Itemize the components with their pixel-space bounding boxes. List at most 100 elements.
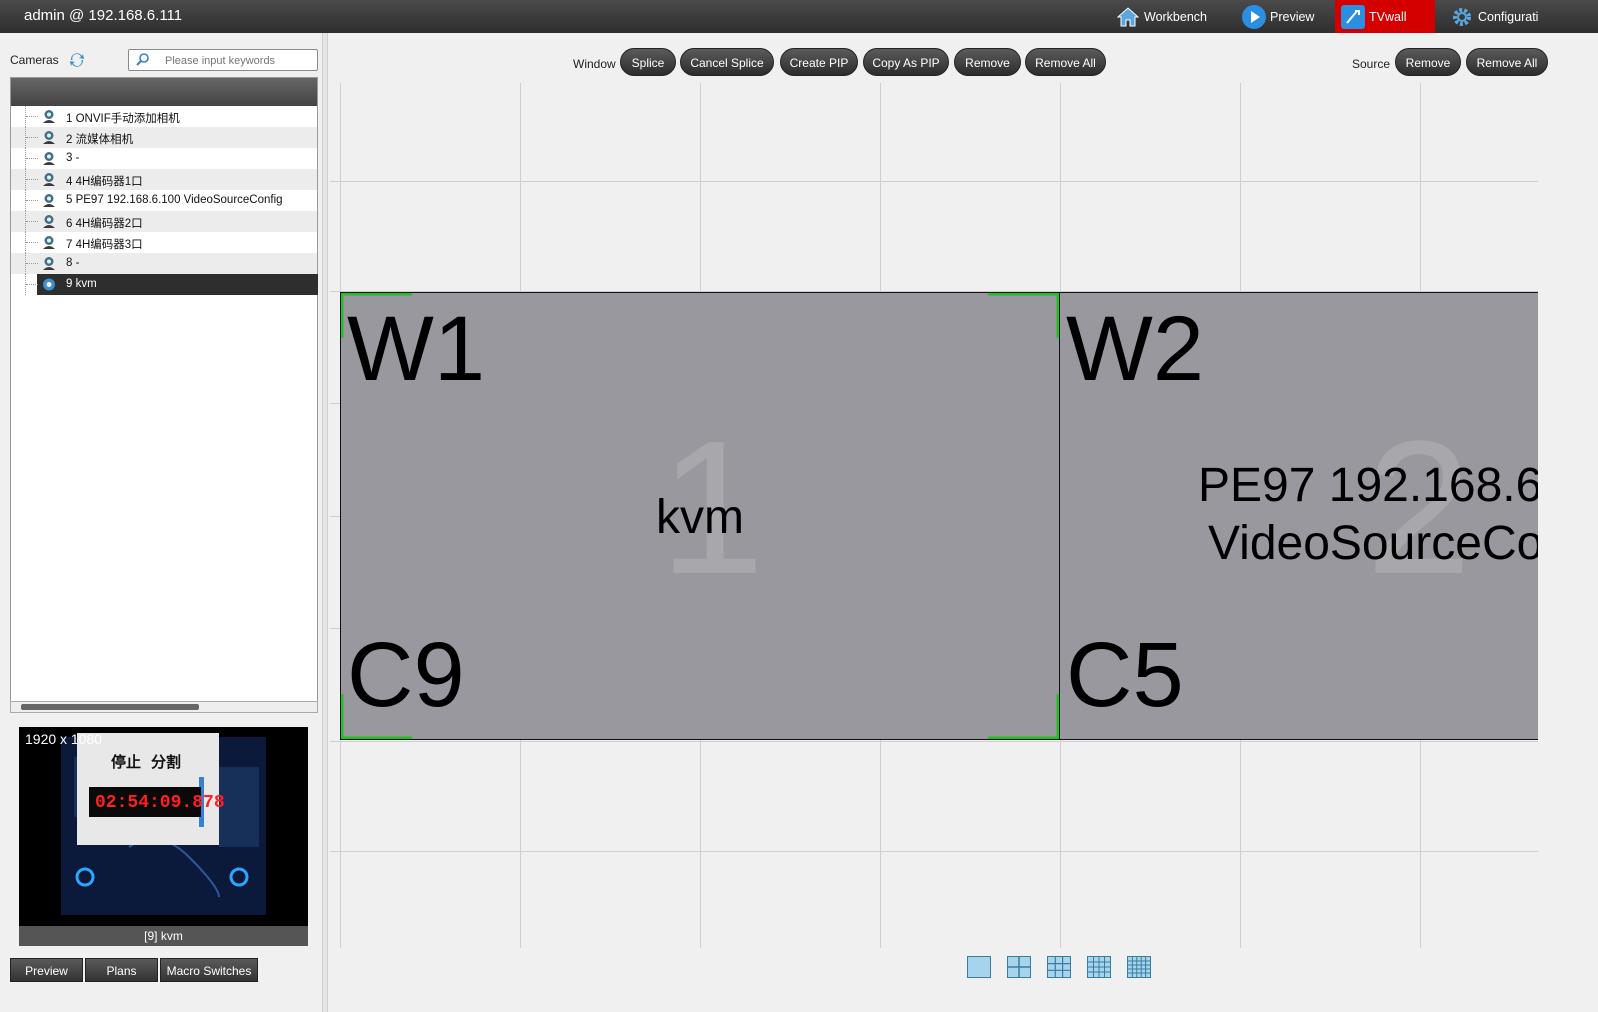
window-remove-all-button[interactable]: Remove All [1025,48,1106,76]
camera-tree-item-label: 2 流媒体相机 [66,134,134,146]
layout-1x1-button[interactable] [967,956,991,978]
session-title: admin @ 192.168.6.111 [24,7,183,24]
preview-timer: 02:54:09.878 [95,793,225,813]
camera-icon [43,110,55,123]
window-name: W2 [1066,298,1204,400]
tree-connector [25,274,38,295]
camera-tree-item[interactable]: 1 ONVIF手动添加相机 [11,106,317,127]
camera-tree-item-label: 4 4H编码器1口 [66,176,143,188]
camera-tree-item-label: 3 - [66,152,80,164]
splice-button[interactable]: Splice [620,48,676,76]
camera-tree-item-label: 7 4H编码器3口 [66,239,143,251]
tree-connector [25,148,38,169]
layout-5x5-button[interactable] [1127,956,1151,978]
source-toolbar-label: Source [1352,57,1391,71]
camera-tree-item-label: 6 4H编码器2口 [66,218,143,230]
wall-window-w1[interactable]: 1 W1 kvm C9 [340,292,1060,740]
camera-icon [43,173,55,186]
window-source-name: kvm [656,491,744,544]
selection-corner-tr [988,293,1059,338]
preview-caption: [9] kvm [19,926,308,946]
nav-preview[interactable]: Preview [1236,0,1320,33]
camera-tree-item[interactable]: 4 4H编码器1口 [11,169,317,190]
home-icon [1116,5,1140,29]
tab-macro-switches[interactable]: Macro Switches [160,958,258,982]
camera-icon [43,236,55,249]
camera-tree-item[interactable]: 9 kvm [11,274,318,295]
camera-icon [43,257,55,270]
nav-workbench[interactable]: Workbench [1110,0,1213,33]
scrollbar-thumb[interactable] [21,704,199,710]
nav-tvwall[interactable]: TVwall [1335,0,1435,33]
tree-connector [25,106,38,127]
grid-line [330,851,1538,852]
grid-line [330,741,1538,742]
top-bar: admin @ 192.168.6.111 Workbench Preview … [0,0,1598,33]
layout-3x3-button[interactable] [1047,956,1071,978]
camera-tree-item[interactable]: 6 4H编码器2口 [11,211,317,232]
window-remove-button[interactable]: Remove [954,48,1021,76]
nav-workbench-label: Workbench [1144,9,1207,24]
nav-preview-label: Preview [1270,9,1315,24]
tvwall-workspace: Window Splice Cancel Splice Create PIP C… [328,33,1598,1012]
camera-tree-item[interactable]: 2 流媒体相机 [11,127,317,148]
camera-icon [43,152,55,165]
selection-corner-br [988,694,1059,739]
camera-tree-item[interactable]: 8 - [11,253,317,274]
camera-icon [43,278,55,291]
camera-tree-item-label: 5 PE97 192.168.6.100 VideoSourceConfig [66,194,283,206]
preview-thumbnail[interactable]: 1920 x 1080 停止 分割 02:54:09.878 [19,727,308,946]
camera-icon [43,194,55,207]
grid-line [330,181,1538,182]
layout-2x2-button[interactable] [1007,956,1031,978]
camera-tree-scrollbar[interactable] [10,701,318,713]
camera-tree-header [11,78,317,106]
nav-configuration[interactable]: Configurati [1444,0,1544,33]
window-source-line1: PE97 192.168.6 [1198,459,1538,512]
cancel-splice-button[interactable]: Cancel Splice [680,48,774,76]
wall-window-w2[interactable]: 2 W2 PE97 192.168.6 VideoSourceCo C5 [1059,292,1538,740]
camera-tree: 1 ONVIF手动添加相机 2 流媒体相机 3 - 4 4H编码器1口 5 PE97 1… [10,77,318,713]
play-icon [1242,4,1266,29]
preview-resolution: 1920 x 1080 [25,731,103,747]
camera-tree-item[interactable]: 7 4H编码器3口 [11,232,317,253]
cameras-label: Cameras [10,53,59,67]
selection-corner-tl [341,293,412,338]
tree-connector [25,169,38,190]
tab-plans[interactable]: Plans [85,958,158,982]
window-camera-id: C5 [1066,624,1184,726]
window-source-line2: VideoSourceCo [1208,517,1538,570]
preview-stop-label: 停止 [111,754,142,771]
tvwall-grid[interactable]: 1 W1 kvm C9 2 W2 PE97 192.168.6 VideoSou… [330,83,1538,948]
search-icon [135,52,151,68]
preview-split-label: 分割 [151,754,182,771]
create-pip-button[interactable]: Create PIP [780,48,858,76]
camera-search-box[interactable] [128,49,318,71]
camera-tree-item-label: 9 kvm [66,278,97,290]
camera-icon [43,215,55,228]
camera-tree-item-label: 8 - [66,257,80,269]
source-remove-all-button[interactable]: Remove All [1466,48,1548,76]
tree-connector [25,127,38,148]
camera-icon [43,131,55,144]
left-panel: Cameras 1 ONVIF手动添加相机 2 流媒体相机 3 - 4 4H编码器1口… [0,33,322,1012]
source-remove-button[interactable]: Remove [1395,48,1461,76]
tvwall-icon [1341,4,1365,29]
tree-connector [25,190,38,211]
selection-corner-bl [341,694,412,739]
tree-connector [25,232,38,253]
tab-preview[interactable]: Preview [10,958,83,982]
tree-connector [25,211,38,232]
refresh-icon[interactable] [68,51,86,69]
camera-tree-item-label: 1 ONVIF手动添加相机 [66,113,180,125]
camera-search-input[interactable] [165,53,313,68]
window-toolbar-label: Window [573,57,616,71]
tree-connector [25,253,38,274]
nav-tvwall-label: TVwall [1369,9,1407,24]
camera-tree-item[interactable]: 5 PE97 192.168.6.100 VideoSourceConfig [11,190,317,211]
camera-tree-item[interactable]: 3 - [11,148,317,169]
layout-4x4-button[interactable] [1087,956,1111,978]
gear-icon [1450,5,1474,29]
copy-as-pip-button[interactable]: Copy As PIP [863,48,949,76]
nav-configuration-label: Configurati [1478,9,1539,24]
